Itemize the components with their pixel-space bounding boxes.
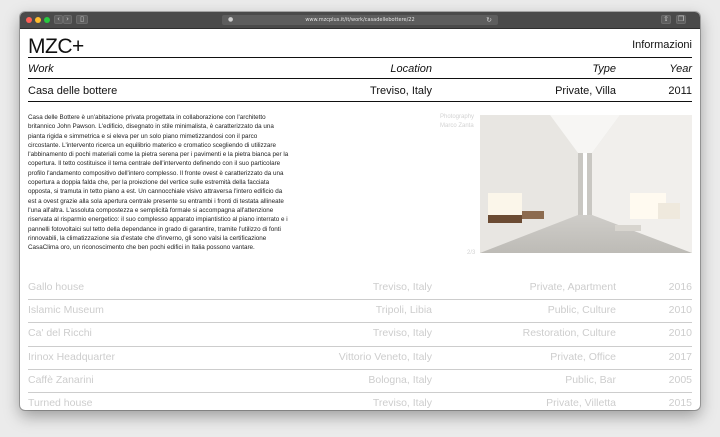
project-photo[interactable] xyxy=(480,115,692,253)
work-row-location: Treviso, Italy xyxy=(372,327,432,340)
chevron-left-icon: ‹ xyxy=(57,15,60,23)
column-header-location[interactable]: Location xyxy=(390,63,432,75)
divider xyxy=(28,57,692,58)
work-row-year: 2016 xyxy=(668,281,692,293)
column-header-year[interactable]: Year xyxy=(669,63,692,75)
image-counter: 2/3 xyxy=(467,250,476,256)
current-work-year: 2011 xyxy=(668,85,692,97)
current-work-type: Private, Villa xyxy=(555,85,616,97)
work-row-year: 2015 xyxy=(668,397,692,409)
work-row-title: Turned house xyxy=(28,397,93,409)
address-bar[interactable]: ● www.mzcplus.it/it/work/casadellebotter… xyxy=(222,15,498,25)
work-row-location: Vittorio Veneto, Italy xyxy=(338,350,432,363)
divider xyxy=(28,101,692,102)
address-bar-url: www.mzcplus.it/it/work/casadellebottere/… xyxy=(305,17,415,23)
work-row-year: 2005 xyxy=(668,373,692,386)
share-button[interactable]: ⇧ xyxy=(661,15,671,24)
browser-window: ‹ › ▯ ● www.mzcplus.it/it/work/casadelle… xyxy=(20,12,700,410)
sidebar-toggle-button[interactable]: ▯ xyxy=(76,15,88,24)
work-row-year: 2010 xyxy=(668,304,692,317)
column-header-work[interactable]: Work xyxy=(28,63,54,75)
chevron-right-icon: › xyxy=(66,15,69,23)
work-row-location: Treviso, Italy xyxy=(372,281,432,293)
tabs-button[interactable]: ❐ xyxy=(676,15,686,24)
lock-icon: ● xyxy=(228,16,234,23)
page-content: MZC+ Informazioni Work Location Type Yea… xyxy=(20,29,700,410)
photo-credit-label: Photography xyxy=(440,114,475,120)
work-row-location: Bologna, Italy xyxy=(368,373,432,386)
work-row-title: Ca' del Ricchi xyxy=(28,327,92,340)
divider xyxy=(28,78,692,79)
divider xyxy=(28,368,692,370)
forward-button[interactable]: › xyxy=(63,15,72,24)
work-row-type: Public, Culture xyxy=(547,304,616,317)
site-logo[interactable]: MZC+ xyxy=(28,35,84,59)
work-row-type: Private, Office xyxy=(550,350,616,363)
minimize-window-button[interactable] xyxy=(35,17,41,23)
work-row-year: 2010 xyxy=(668,327,692,340)
work-row-location: Treviso, Italy xyxy=(372,397,432,409)
divider xyxy=(28,299,692,301)
work-row-title: Gallo house xyxy=(28,281,85,293)
photo-credit-name: Marco Zanta xyxy=(440,123,474,129)
work-row-title: Irinox Headquarter xyxy=(28,350,115,363)
zoom-window-button[interactable] xyxy=(44,17,50,23)
photo-credit: Photography Marco Zanta xyxy=(440,113,474,131)
work-row-type: Public, Bar xyxy=(565,373,616,386)
reload-icon[interactable]: ↻ xyxy=(486,15,492,25)
current-work-title: Casa delle bottere xyxy=(28,85,118,97)
current-work-location: Treviso, Italy xyxy=(370,85,432,97)
divider xyxy=(28,322,692,324)
share-icon: ⇧ xyxy=(663,15,669,23)
back-button[interactable]: ‹ xyxy=(54,15,63,24)
work-row-type: Restoration, Culture xyxy=(522,327,616,340)
sidebar-icon: ▯ xyxy=(80,15,84,23)
divider xyxy=(28,392,692,393)
info-link[interactable]: Informazioni xyxy=(632,39,692,51)
work-row-type: Private, Apartment xyxy=(529,281,616,293)
work-row-type: Private, Villetta xyxy=(546,397,616,409)
project-description: Casa delle Bottere è un'abitazione priva… xyxy=(28,114,289,252)
work-row-location: Tripoli, Libia xyxy=(375,304,432,317)
divider xyxy=(28,345,692,347)
work-row-title: Caffè Zanarini xyxy=(28,373,94,386)
work-row-title: Islamic Museum xyxy=(28,304,104,317)
tabs-icon: ❐ xyxy=(677,15,685,23)
browser-toolbar: ‹ › ▯ ● www.mzcplus.it/it/work/casadelle… xyxy=(20,12,700,29)
work-row-year: 2017 xyxy=(668,350,692,363)
column-header-type[interactable]: Type xyxy=(592,63,616,75)
close-window-button[interactable] xyxy=(26,17,32,23)
